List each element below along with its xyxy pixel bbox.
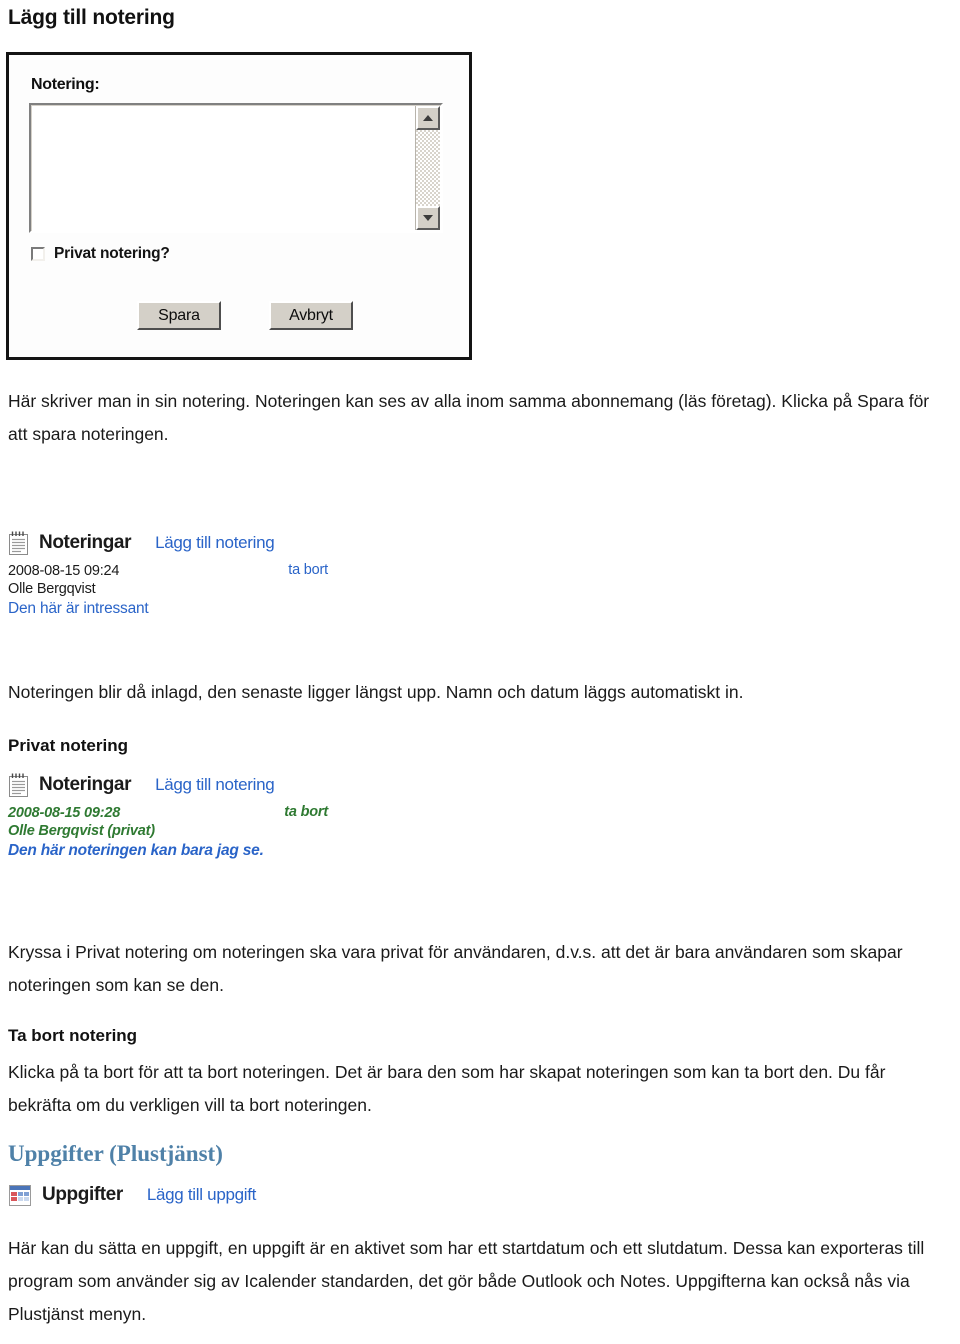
triangle-down-icon xyxy=(423,215,433,221)
paragraph-note-inserted: Noteringen blir då inlagd, den senaste l… xyxy=(8,682,744,702)
add-note-link[interactable]: Lägg till notering xyxy=(155,533,275,553)
tasks-widget: Uppgifter Lägg till uppgift xyxy=(8,1182,368,1208)
heading-delete-note: Ta bort notering xyxy=(8,1026,138,1045)
paragraph-tasks: Här kan du sätta en uppgift, en uppgift … xyxy=(8,1238,925,1324)
dialog-button-row: Spara Avbryt xyxy=(137,301,353,330)
triangle-up-icon xyxy=(423,115,433,121)
cancel-button[interactable]: Avbryt xyxy=(269,301,353,330)
dialog-inner: Notering: Privat notering? Spara Avbryt xyxy=(9,55,469,357)
notepad-icon xyxy=(8,773,29,798)
note-list-item: ta bort 2008-08-15 09:24 Olle Bergqvist … xyxy=(8,562,368,618)
note-textarea[interactable] xyxy=(29,103,443,233)
scroll-up-button[interactable] xyxy=(416,106,440,130)
notes-widget-public: Noteringar Lägg till notering ta bort 20… xyxy=(8,530,368,618)
add-note-link[interactable]: Lägg till notering xyxy=(155,775,275,795)
save-button[interactable]: Spara xyxy=(137,301,221,330)
notepad-icon xyxy=(8,531,29,556)
note-author: Olle Bergqvist xyxy=(8,581,96,597)
delete-note-link[interactable]: ta bort xyxy=(288,562,328,578)
delete-note-link[interactable]: ta bort xyxy=(284,804,328,820)
tasks-widget-title: Uppgifter xyxy=(42,1184,123,1205)
notes-widget-header-private: Noteringar Lägg till notering xyxy=(8,772,368,798)
add-task-link[interactable]: Lägg till uppgift xyxy=(147,1185,257,1205)
note-text[interactable]: Den här är intressant xyxy=(8,599,368,618)
private-note-checkbox-row[interactable]: Privat notering? xyxy=(31,245,170,263)
note-list-item: ta bort 2008-08-15 09:28 Olle Bergqvist … xyxy=(8,804,368,860)
private-note-checkbox[interactable] xyxy=(31,247,45,261)
private-note-label: Privat notering? xyxy=(54,245,170,262)
paragraph-private-note: Kryssa i Privat notering om noteringen s… xyxy=(8,942,903,995)
notes-widget-title: Noteringar xyxy=(39,774,132,795)
textarea-scrollbar[interactable] xyxy=(415,106,440,230)
notes-widget-title: Noteringar xyxy=(39,532,132,553)
note-field-label: Notering: xyxy=(31,76,100,93)
scroll-down-button[interactable] xyxy=(416,206,440,230)
notes-widget-private: Noteringar Lägg till notering ta bort 20… xyxy=(8,772,368,860)
paragraph-delete-note: Klicka på ta bort för att ta bort noteri… xyxy=(8,1062,886,1115)
note-author: Olle Bergqvist (privat) xyxy=(8,823,155,839)
add-note-dialog: Notering: Privat notering? Spara Avbryt xyxy=(6,52,472,360)
heading-private-note: Privat notering xyxy=(8,736,128,755)
note-text[interactable]: Den här noteringen kan bara jag se. xyxy=(8,841,308,860)
notes-widget-header: Noteringar Lägg till notering xyxy=(8,530,368,556)
tasks-widget-header: Uppgifter Lägg till uppgift xyxy=(8,1182,368,1208)
calendar-table-icon xyxy=(8,1184,32,1207)
heading-uppgifter: Uppgifter (Plustjänst) xyxy=(8,1141,223,1166)
page-title: Lägg till notering xyxy=(8,6,175,29)
paragraph-add-note: Här skriver man in sin notering. Noterin… xyxy=(8,391,930,444)
